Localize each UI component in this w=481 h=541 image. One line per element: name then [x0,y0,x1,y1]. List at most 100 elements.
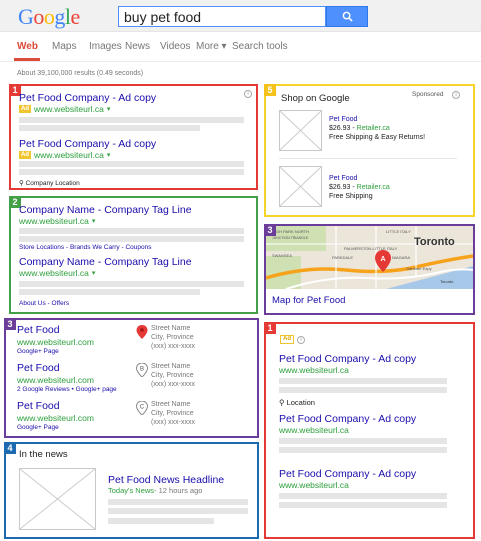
product-image[interactable] [279,166,322,207]
company-location[interactable]: ⚲ Company Location [19,179,80,187]
map-label: NIAGARA [392,255,410,260]
search-input[interactable]: buy pet food [118,6,326,27]
logo-letter: G [18,4,34,29]
image-placeholder-icon [280,111,321,150]
listing-title[interactable]: Pet Food [17,400,60,412]
shipping-info: Free Shipping [329,193,373,200]
google-logo[interactable]: Google [18,4,80,30]
listing-sub[interactable]: Google+ Page [17,424,59,431]
listing-sub[interactable]: 2 Google Reviews • Google+ page [17,386,117,393]
result-url[interactable]: www.websiteurl.ca ▾ [19,268,95,278]
ad-url[interactable]: Ad www.websiteurl.ca ▾ [19,104,110,114]
text-placeholder [279,502,447,508]
listing-title[interactable]: Pet Food [17,324,60,336]
text-placeholder [19,161,244,167]
ad-title[interactable]: Pet Food Company - Ad copy [19,138,156,150]
listing-url[interactable]: www.websiteurl.com [17,375,94,385]
location-text: Company Location [25,180,80,187]
price-value: $26.93 [329,184,351,191]
text-placeholder [19,228,244,234]
ad-url[interactable]: www.websiteurl.ca [279,365,349,375]
results-count: About 39,100,000 results (0.49 seconds) [17,70,144,77]
header-bar: Google buy pet food [0,0,481,32]
sitelinks[interactable]: About Us - Offers [19,300,69,307]
tab-search-tools[interactable]: Search tools [232,41,288,52]
ad-url[interactable]: www.websiteurl.ca [279,480,349,490]
text-placeholder [108,508,248,514]
section-number: 4 [4,442,16,454]
tab-maps[interactable]: Maps [52,41,76,52]
dropdown-caret-icon: ▾ [106,152,111,159]
section-number: 3 [4,318,16,330]
red-map-pin-icon[interactable] [136,325,148,339]
listing-url[interactable]: www.websiteurl.com [17,413,94,423]
product-image[interactable] [279,110,322,151]
news-thumbnail[interactable] [19,468,96,530]
street: Street Name [151,325,191,332]
text-placeholder [19,169,244,175]
info-icon[interactable]: i [297,335,305,344]
section-number: 5 [264,84,276,96]
pin-letter: C [140,405,145,411]
logo-letter: o [33,4,44,29]
map-city-label: Toronto [414,236,455,248]
ad-badge: Ad [280,335,294,344]
tab-more[interactable]: More ▾ [196,41,227,52]
search-icon [342,11,353,22]
ad-title[interactable]: Pet Food Company - Ad copy [279,413,416,425]
result-title[interactable]: Company Name - Company Tag Line [19,256,192,268]
phone: (xxx) xxx-xxxx [151,343,195,350]
product-price: $26.93 - Retailer.ca [329,125,390,132]
result-url[interactable]: www.websiteurl.ca ▾ [19,216,95,226]
local-listings-section: 3 Pet Food www.websiteurl.com Google+ Pa… [4,318,259,438]
product-name[interactable]: Pet Food [329,175,357,182]
text-placeholder [19,125,200,131]
result-title[interactable]: Company Name - Company Tag Line [19,204,192,216]
text-placeholder [108,518,214,524]
divider [279,158,457,159]
product-name[interactable]: Pet Food [329,116,357,123]
ad-url[interactable]: www.websiteurl.ca [279,425,349,435]
text-placeholder [279,378,447,384]
pin-letter: B [140,367,144,373]
price-value: $26.93 [329,125,351,132]
tab-images[interactable]: Images [89,41,122,52]
map-image[interactable]: HIGH PARK NORTH LITTLE ITALY Toronto JUN… [266,226,473,289]
listing-url[interactable]: www.websiteurl.com [17,337,94,347]
ad-location[interactable]: ⚲ Location [279,398,315,407]
text-placeholder [279,447,447,453]
ad-title[interactable]: Pet Food Company - Ad copy [279,353,416,365]
text-placeholder [279,438,447,444]
tab-videos[interactable]: Videos [160,41,190,52]
news-source-name: Today's News [108,486,155,495]
map-pin-c-icon[interactable]: C [136,401,148,415]
text-placeholder [279,493,447,499]
search-nav: Web Maps Images News Videos More ▾ Searc… [0,32,481,62]
tab-news[interactable]: News [125,41,150,52]
info-icon[interactable]: i [452,91,460,99]
dropdown-caret-icon: ▾ [91,270,96,277]
street: Street Name [151,401,191,408]
map-pin-b-icon[interactable]: B [136,363,148,377]
sitelinks[interactable]: Store Locations - Brands We Carry - Coup… [19,244,151,251]
listing-title[interactable]: Pet Food [17,362,60,374]
phone: (xxx) xxx-xxxx [151,381,195,388]
city: City, Province [151,372,194,379]
ad-title[interactable]: Pet Food Company - Ad copy [19,92,156,104]
product-price: $26.93 - Retailer.ca [329,184,390,191]
result-url-text: www.websiteurl.ca [19,268,89,278]
location-pin-icon: ⚲ [19,180,24,187]
listing-sub[interactable]: Google+ Page [17,348,59,355]
text-placeholder [19,117,244,123]
ad-title[interactable]: Pet Food Company - Ad copy [279,468,416,480]
info-icon[interactable]: i [244,90,252,98]
news-headline[interactable]: Pet Food News Headline [108,474,224,486]
map-caption[interactable]: Map for Pet Food [272,295,345,306]
map-label: LITTLE ITALY [386,229,411,234]
search-button[interactable] [326,6,368,27]
active-tab-indicator [14,58,40,61]
map-label: PALMERSTON-LITTLE ITALY [344,246,398,251]
tab-web[interactable]: Web [17,41,38,52]
listing-address: Street Name City, Province (xxx) xxx-xxxx [151,324,195,351]
ad-url[interactable]: Ad www.websiteurl.ca ▾ [19,150,110,160]
